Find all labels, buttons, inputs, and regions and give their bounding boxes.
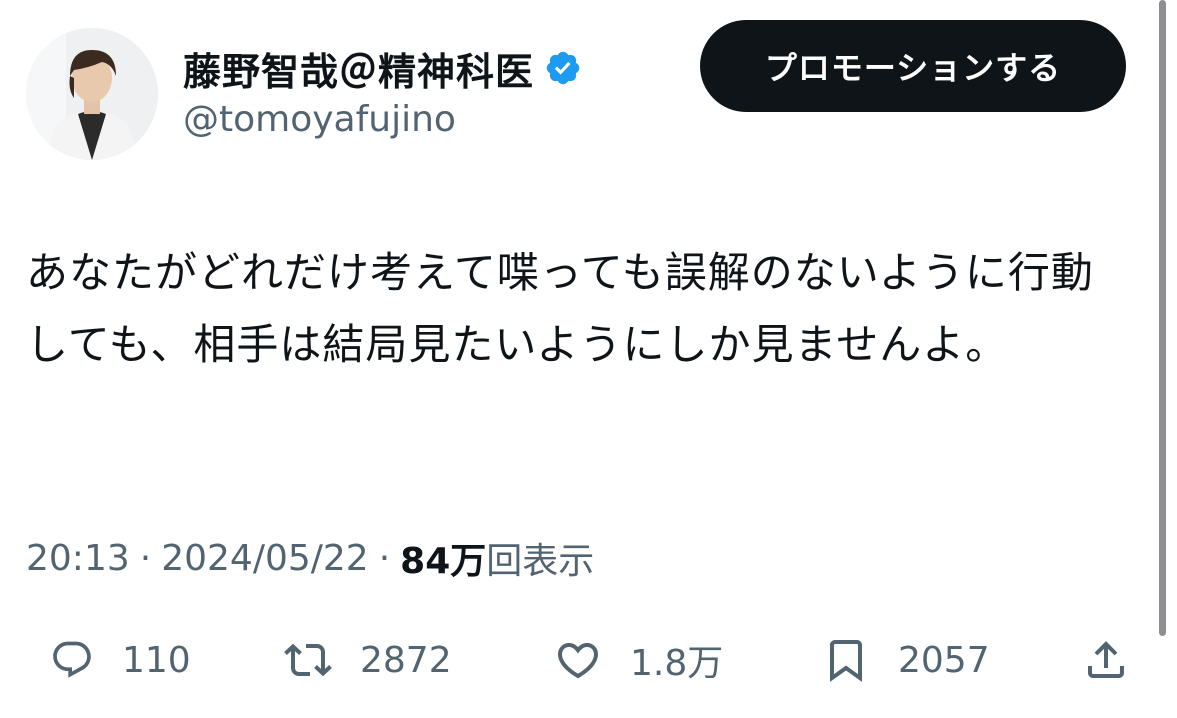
promote-button[interactable]: プロモーションする (700, 20, 1126, 112)
reply-count: 110 (122, 639, 191, 681)
bookmark-count: 2057 (898, 639, 990, 681)
heart-icon (557, 643, 599, 679)
scrollbar[interactable] (1159, 0, 1166, 636)
like-button[interactable]: 1.8万 (554, 630, 723, 690)
retweet-count: 2872 (360, 639, 452, 681)
retweet-icon (284, 643, 332, 677)
tweet-actions: 110 2872 1.8万 2057 (0, 630, 1177, 690)
tweet-meta: 20:13 · 2024/05/22 · 84万 回表示 (26, 532, 594, 584)
author-display-name[interactable]: 藤野智哉＠精神科医 (183, 41, 534, 96)
reply-button[interactable]: 110 (50, 630, 191, 690)
bookmark-button[interactable]: 2057 (822, 630, 990, 690)
views-label: 回表示 (486, 541, 595, 582)
author-avatar[interactable] (26, 28, 158, 160)
views-count: 84万 (400, 541, 487, 582)
meta-separator: · (139, 537, 152, 579)
author-name-row: 藤野智哉＠精神科医 (183, 40, 582, 96)
bookmark-icon (830, 640, 862, 682)
meta-separator: · (378, 537, 391, 579)
tweet-time[interactable]: 20:13 (26, 538, 130, 579)
author-handle[interactable]: @tomoyafujino (183, 99, 456, 140)
like-count: 1.8万 (630, 643, 724, 684)
share-icon (1088, 641, 1124, 678)
retweet-button[interactable]: 2872 (284, 630, 452, 690)
avatar-image (26, 28, 158, 160)
share-button[interactable] (1082, 630, 1130, 690)
verified-badge-icon (546, 51, 580, 85)
tweet-date[interactable]: 2024/05/22 (161, 538, 369, 579)
tweet-text: あなたがどれだけ考えて喋っても誤解のないように行動しても、相手は結局見たいように… (26, 248, 1094, 369)
reply-icon (53, 641, 91, 678)
